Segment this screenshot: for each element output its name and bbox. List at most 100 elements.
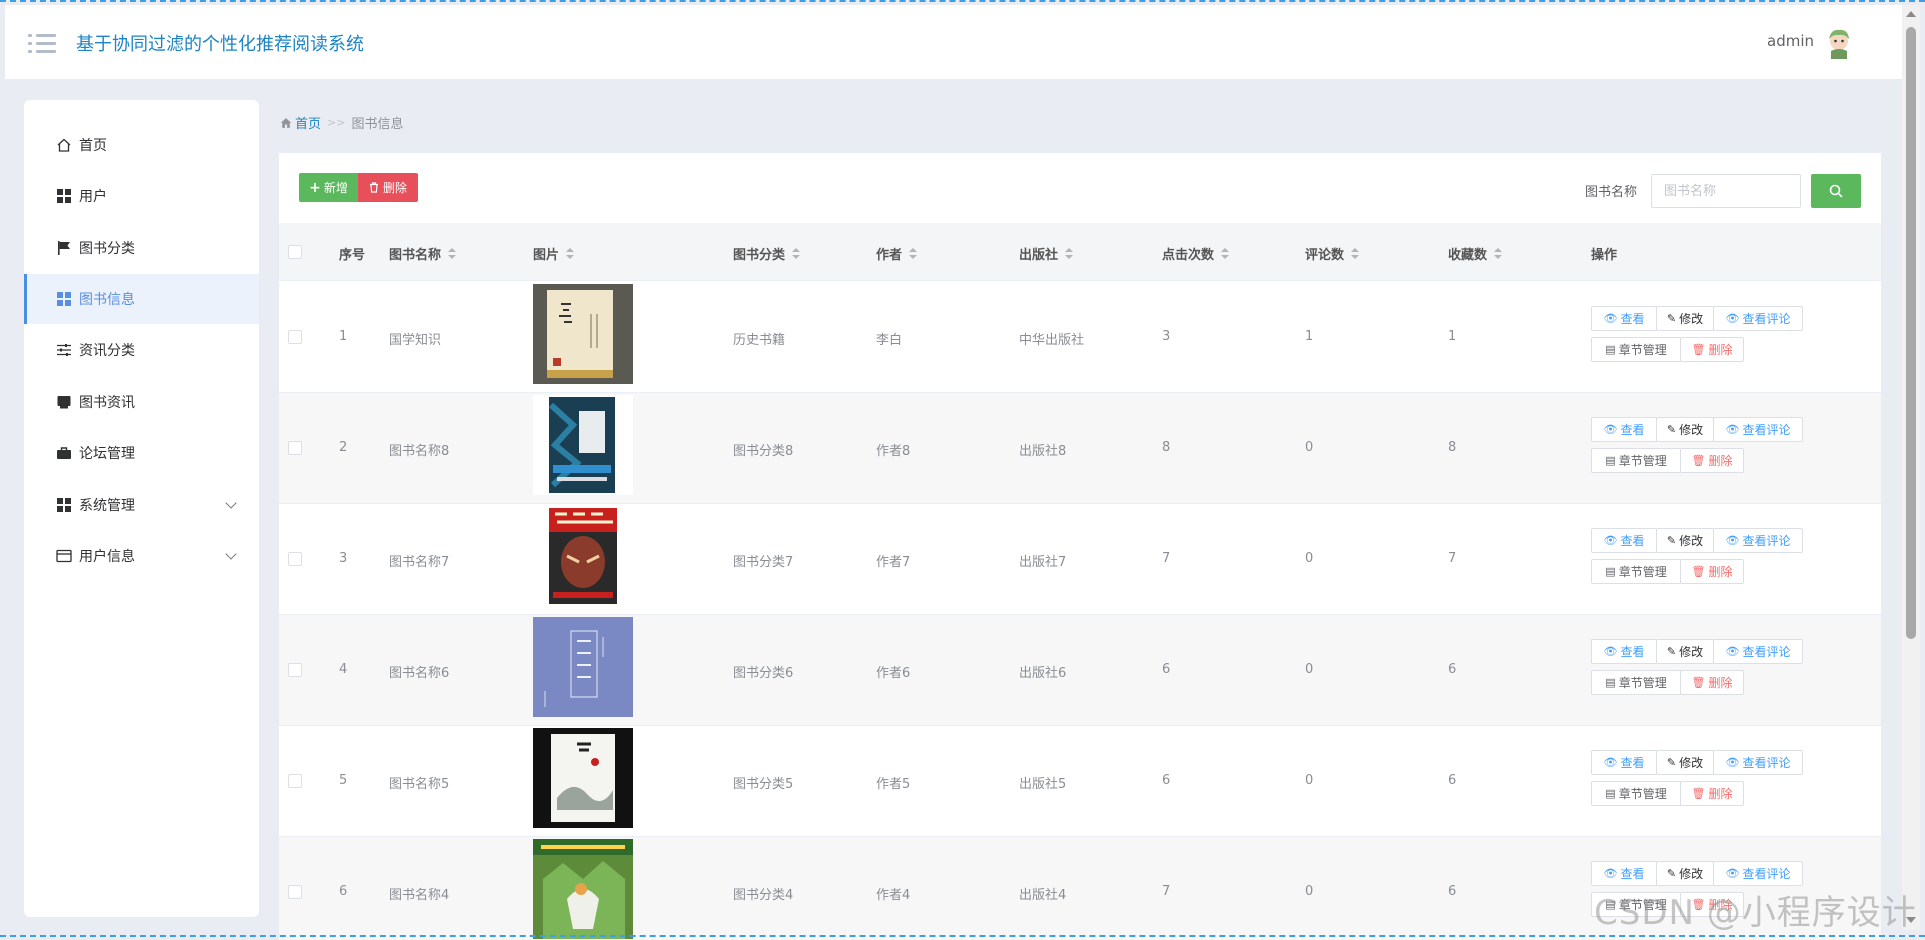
view-comments-button-label: 查看评论	[1742, 423, 1791, 437]
sort-icon[interactable]	[447, 247, 457, 260]
delete-button[interactable]: 🗑 删除	[1680, 781, 1744, 806]
cell-index: 6	[339, 884, 348, 899]
sidebar-item-label: 论坛管理	[79, 446, 135, 462]
sort-icon[interactable]	[1493, 247, 1503, 260]
sidebar-item-news-category[interactable]: 资讯分类	[24, 325, 259, 375]
chapter-manage-button[interactable]: ▤ 章节管理	[1591, 670, 1681, 695]
sort-icon[interactable]	[1220, 247, 1230, 260]
add-button[interactable]: + 新增	[299, 173, 358, 202]
view-comments-button[interactable]: 👁 查看评论	[1713, 639, 1803, 664]
column-header-clicks[interactable]: 点击次数	[1162, 244, 1230, 263]
sidebar-item-book-news[interactable]: 图书资讯	[24, 377, 259, 427]
sort-icon[interactable]	[908, 247, 918, 260]
edit-button[interactable]: ✎ 修改	[1656, 528, 1714, 553]
sort-icon[interactable]	[565, 247, 575, 260]
column-header-publisher[interactable]: 出版社	[1019, 244, 1074, 263]
chapter-manage-button[interactable]: ▤ 章节管理	[1591, 448, 1681, 473]
edit-button[interactable]: ✎ 修改	[1656, 417, 1714, 442]
breadcrumb-current: 图书信息	[351, 117, 404, 132]
menu-toggle-icon[interactable]	[28, 32, 58, 56]
row-checkbox[interactable]	[288, 441, 302, 455]
chapter-manage-button[interactable]: ▤ 章节管理	[1591, 781, 1681, 806]
cell-name: 图书名称6	[389, 666, 450, 681]
delete-button[interactable]: 🗑 删除	[1680, 559, 1744, 584]
edit-button[interactable]: ✎ 修改	[1656, 639, 1714, 664]
row-checkbox[interactable]	[288, 330, 302, 344]
view-comments-button-label: 查看评论	[1742, 756, 1791, 770]
row-checkbox[interactable]	[288, 774, 302, 788]
page-scrollbar[interactable]	[1902, 5, 1920, 930]
select-all-checkbox[interactable]	[288, 245, 302, 259]
sort-icon[interactable]	[1350, 247, 1360, 260]
column-header-name[interactable]: 图书名称	[389, 244, 457, 263]
grid-icon	[57, 189, 71, 203]
delete-button-label: 删除	[382, 181, 407, 195]
row-checkbox[interactable]	[288, 885, 302, 899]
sidebar-item-user-info[interactable]: 用户信息	[24, 531, 259, 581]
view-comments-button[interactable]: 👁 查看评论	[1713, 861, 1803, 886]
search-button[interactable]	[1811, 174, 1861, 208]
cell-author: 作者7	[876, 555, 911, 570]
sidebar-item-home[interactable]: 首页	[24, 120, 259, 170]
sidebar-item-label: 资讯分类	[79, 343, 135, 359]
view-button[interactable]: 👁 查看	[1591, 639, 1657, 664]
eye-icon: 👁	[1603, 645, 1618, 658]
edit-icon: ✎	[1666, 645, 1677, 658]
search-input[interactable]	[1651, 174, 1801, 208]
chapter-manage-button[interactable]: ▤ 章节管理	[1591, 559, 1681, 584]
edit-button-label: 修改	[1679, 645, 1704, 659]
column-header-category[interactable]: 图书分类	[733, 244, 801, 263]
view-button[interactable]: 👁 查看	[1591, 417, 1657, 442]
batch-delete-button[interactable]: 删除	[358, 173, 418, 202]
edit-button[interactable]: ✎ 修改	[1656, 750, 1714, 775]
view-comments-button[interactable]: 👁 查看评论	[1713, 417, 1803, 442]
delete-button[interactable]: 🗑 删除	[1680, 670, 1744, 695]
delete-button[interactable]: 🗑 删除	[1680, 337, 1744, 362]
eye-icon: 👁	[1725, 645, 1740, 658]
view-button[interactable]: 👁 查看	[1591, 750, 1657, 775]
user-name[interactable]: admin	[1767, 32, 1814, 50]
view-comments-button[interactable]: 👁 查看评论	[1713, 528, 1803, 553]
eye-icon: 👁	[1603, 534, 1618, 547]
edit-icon: ✎	[1666, 534, 1677, 547]
sort-icon[interactable]	[1064, 247, 1074, 260]
cell-clicks: 6	[1162, 662, 1171, 677]
cell-comments: 0	[1305, 773, 1314, 788]
sidebar-item-system[interactable]: 系统管理	[24, 480, 259, 530]
chapter-manage-button[interactable]: ▤ 章节管理	[1591, 337, 1681, 362]
scroll-thumb[interactable]	[1906, 27, 1916, 639]
delete-button[interactable]: 🗑 删除	[1680, 448, 1744, 473]
view-comments-button[interactable]: 👁 查看评论	[1713, 306, 1803, 331]
trash-icon	[369, 182, 378, 193]
eye-icon: 👁	[1725, 867, 1740, 880]
column-header-author[interactable]: 作者	[876, 244, 918, 263]
sidebar-item-book-category[interactable]: 图书分类	[24, 223, 259, 273]
sidebar-item-forum[interactable]: 论坛管理	[24, 428, 259, 478]
column-header-label: 收藏数	[1448, 248, 1488, 263]
sidebar-item-users[interactable]: 用户	[24, 171, 259, 221]
cell-comments: 0	[1305, 551, 1314, 566]
avatar[interactable]	[1823, 27, 1855, 59]
view-button[interactable]: 👁 查看	[1591, 861, 1657, 886]
view-comments-button-label: 查看评论	[1742, 867, 1791, 881]
view-comments-button-label: 查看评论	[1742, 312, 1791, 326]
edit-button[interactable]: ✎ 修改	[1656, 306, 1714, 331]
sort-icon[interactable]	[791, 247, 801, 260]
column-header-comments[interactable]: 评论数	[1305, 244, 1360, 263]
sidebar-item-book-info[interactable]: 图书信息	[24, 274, 259, 324]
row-checkbox[interactable]	[288, 663, 302, 677]
view-comments-button[interactable]: 👁 查看评论	[1713, 750, 1803, 775]
view-button[interactable]: 👁 查看	[1591, 528, 1657, 553]
eye-icon: 👁	[1603, 756, 1618, 769]
document-icon: ▤	[1605, 676, 1616, 689]
edit-button[interactable]: ✎ 修改	[1656, 861, 1714, 886]
column-header-image[interactable]: 图片	[533, 244, 575, 263]
column-header-favorites[interactable]: 收藏数	[1448, 244, 1503, 263]
sidebar-item-label: 图书分类	[79, 241, 135, 257]
row-checkbox[interactable]	[288, 552, 302, 566]
view-button[interactable]: 👁 查看	[1591, 306, 1657, 331]
table-row: 4 图书名称6 图书分类6 作者6 出版社6 6 0 6 👁 查看 ✎ 修改 👁 查看…	[279, 615, 1881, 726]
breadcrumb-home[interactable]: 首页	[280, 113, 321, 132]
scroll-up-arrow-icon[interactable]	[1906, 11, 1916, 17]
view-button-label: 查看	[1620, 645, 1645, 659]
